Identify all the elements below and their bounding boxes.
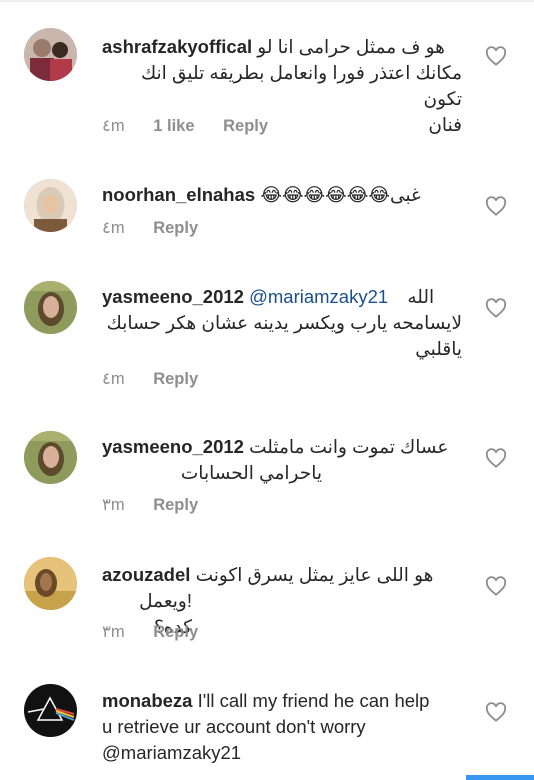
likes-count[interactable]: 1 like [153, 117, 194, 135]
heart-outline-icon[interactable] [485, 46, 507, 66]
comment-username[interactable]: azouzadel [102, 564, 190, 585]
comment-text: هو اللى عايز يمثل يسرق اكونت [195, 564, 434, 585]
comment-username[interactable]: noorhan_elnahas [102, 184, 255, 205]
heart-outline-icon[interactable] [485, 448, 507, 468]
reply-button[interactable]: Reply [153, 370, 198, 388]
reply-button[interactable]: Reply [153, 623, 198, 641]
comment-time: ٣m [102, 496, 125, 514]
comment-text: لايسامحه يارب ويكسر يدينه عشان هكر حسابك [106, 312, 462, 333]
comment-time: ٤m [102, 219, 125, 237]
heart-outline-icon[interactable] [485, 196, 507, 216]
heart-outline-icon[interactable] [485, 702, 507, 722]
heart-outline-icon[interactable] [485, 298, 507, 318]
avatar[interactable] [24, 281, 77, 334]
comment-text: u retrieve ur account don't worry [102, 716, 366, 737]
comment-text: I'll call my friend he can help [197, 690, 430, 711]
comment-username[interactable]: monabeza [102, 690, 192, 711]
comment-time: ٤m [102, 370, 125, 388]
comment-username[interactable]: yasmeeno_2012 [102, 286, 244, 307]
comment-username[interactable]: ashrafzakyoffical [102, 36, 252, 57]
avatar[interactable] [24, 684, 77, 737]
comment-text: ياحرامي الحسابات [180, 462, 322, 483]
comment-text: هو ف ممثل حرامى انا لو [257, 36, 445, 57]
comment-time: ٤m [102, 117, 125, 135]
avatar[interactable] [24, 431, 77, 484]
mention-link[interactable]: @mariamzaky21 [102, 740, 474, 766]
comment-text: الله [407, 286, 435, 307]
avatar[interactable] [24, 557, 77, 610]
comment-username[interactable]: yasmeeno_2012 [102, 436, 244, 457]
mention-link[interactable]: @mariamzaky21 [249, 286, 388, 307]
comment-time: ٣m [102, 623, 125, 641]
avatar[interactable] [24, 28, 77, 81]
comment-text: مكانك اعتذر فورا وانعامل بطريقه تليق انك… [140, 62, 462, 109]
reply-button[interactable]: Reply [153, 219, 198, 237]
bottom-accent-bar [466, 775, 534, 780]
avatar[interactable] [24, 179, 77, 232]
top-divider [0, 0, 534, 2]
reply-button[interactable]: Reply [153, 496, 198, 514]
heart-outline-icon[interactable] [485, 576, 507, 596]
reply-button[interactable]: Reply [223, 117, 268, 135]
comment-text: ياقلبي [415, 338, 462, 359]
comment-text: غبى😂😂😂😂😂😂 [260, 184, 421, 205]
comment-text: عساك تموت وانت مامثلت [249, 436, 449, 457]
